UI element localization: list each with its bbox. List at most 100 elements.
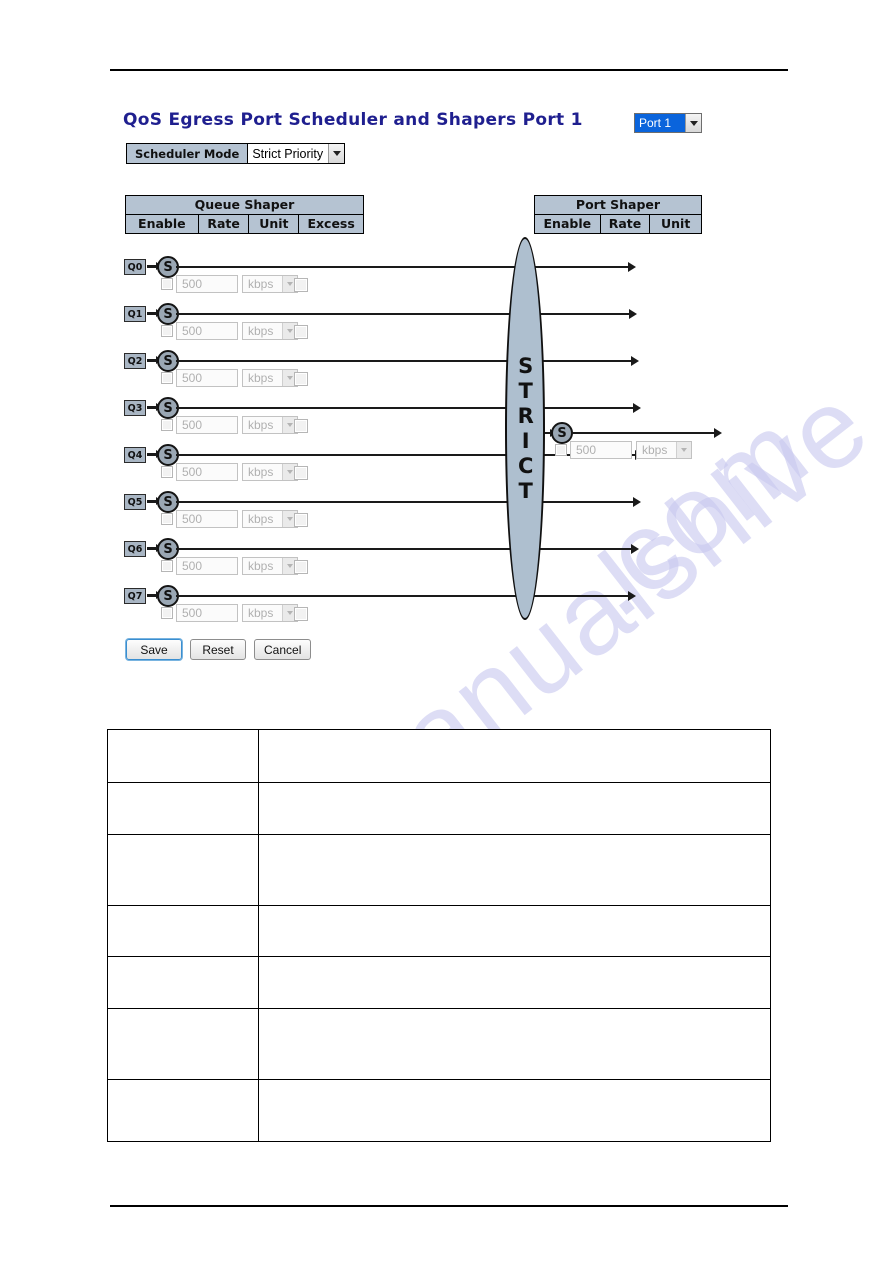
- queue-connector-arrow-icon: [176, 403, 641, 413]
- queue-rate-input[interactable]: 500: [176, 322, 238, 340]
- table-cell-description: [258, 729, 771, 783]
- queue-rate-input[interactable]: 500: [176, 416, 238, 434]
- port-shaper-unit-dropdown[interactable]: kbps: [636, 441, 692, 459]
- queue-excess-checkbox[interactable]: [294, 419, 308, 433]
- queue-row-q4: Q4 S 500 kbps: [124, 441, 643, 488]
- port-shaper-col-rate: Rate: [601, 215, 651, 233]
- queue-enable-checkbox[interactable]: [161, 278, 173, 290]
- queue-excess-checkbox[interactable]: [294, 607, 308, 621]
- scheduler-mode-value: Strict Priority: [252, 146, 324, 161]
- queue-rate-input[interactable]: 500: [176, 463, 238, 481]
- queue-unit-dropdown[interactable]: kbps: [242, 557, 298, 575]
- queue-rate-input[interactable]: 500: [176, 510, 238, 528]
- port-shaper-title: Port Shaper: [535, 196, 701, 215]
- table-row: [107, 905, 771, 957]
- queue-unit-dropdown[interactable]: kbps: [242, 369, 298, 387]
- queue-label-q0: Q0: [124, 259, 146, 275]
- queue-row-q1: Q1 S 500 kbps: [124, 300, 637, 347]
- table-cell-description: [258, 782, 771, 835]
- queue-label-q3: Q3: [124, 400, 146, 416]
- action-buttons: Save Reset Cancel: [126, 639, 312, 660]
- strict-scheduler-shape: STRICT: [505, 237, 545, 620]
- queue-unit-dropdown[interactable]: kbps: [242, 604, 298, 622]
- strict-scheduler-label: STRICT: [513, 353, 538, 504]
- queue-unit-dropdown[interactable]: kbps: [242, 322, 298, 340]
- queue-label-q6: Q6: [124, 541, 146, 557]
- port-shaper-rate-input[interactable]: 500: [570, 441, 632, 459]
- queue-enable-checkbox[interactable]: [161, 560, 173, 572]
- queue-connector-arrow-icon: [176, 309, 637, 319]
- table-row: [107, 834, 771, 906]
- queue-label-q5: Q5: [124, 494, 146, 510]
- field-description-table: [107, 729, 771, 1142]
- queue-shaper-col-enable: Enable: [126, 215, 199, 233]
- table-cell-description: [258, 956, 771, 1009]
- queue-rate-input[interactable]: 500: [176, 369, 238, 387]
- queue-excess-checkbox[interactable]: [294, 325, 308, 339]
- queue-connector-arrow-icon: [176, 591, 636, 601]
- queue-label-q1: Q1: [124, 306, 146, 322]
- queue-excess-checkbox[interactable]: [294, 466, 308, 480]
- table-cell-label: [107, 1008, 259, 1080]
- queue-rate-input[interactable]: 500: [176, 557, 238, 575]
- queue-rate-input[interactable]: 500: [176, 604, 238, 622]
- queue-enable-checkbox[interactable]: [161, 419, 173, 431]
- table-cell-description: [258, 834, 771, 906]
- queue-connector-arrow-icon: [176, 497, 641, 507]
- queue-enable-checkbox[interactable]: [161, 607, 173, 619]
- port-shaper-enable-checkbox[interactable]: [555, 444, 567, 456]
- queue-unit-dropdown[interactable]: kbps: [242, 510, 298, 528]
- table-cell-label: [107, 834, 259, 906]
- queue-unit-dropdown[interactable]: kbps: [242, 463, 298, 481]
- queue-label-q4: Q4: [124, 447, 146, 463]
- queue-unit-value: kbps: [248, 324, 274, 338]
- queue-unit-dropdown[interactable]: kbps: [242, 416, 298, 434]
- cancel-button[interactable]: Cancel: [254, 639, 312, 660]
- queue-row-q6: Q6 S 500 kbps: [124, 535, 639, 582]
- chevron-down-icon[interactable]: [685, 114, 701, 132]
- queue-excess-checkbox[interactable]: [294, 513, 308, 527]
- page-title: QoS Egress Port Scheduler and Shapers Po…: [123, 110, 583, 130]
- table-cell-label: [107, 956, 259, 1009]
- queue-unit-dropdown[interactable]: kbps: [242, 275, 298, 293]
- queue-rate-input[interactable]: 500: [176, 275, 238, 293]
- queue-excess-checkbox[interactable]: [294, 372, 308, 386]
- queue-row-q0: Q0 S 500 kbps: [124, 253, 636, 300]
- queue-enable-checkbox[interactable]: [161, 372, 173, 384]
- queue-unit-value: kbps: [248, 465, 274, 479]
- queue-row-q5: Q5 S 500 kbps: [124, 488, 641, 535]
- table-row: [107, 1079, 771, 1142]
- port-select-dropdown[interactable]: Port 1: [634, 113, 702, 133]
- port-shaper-unit-value: kbps: [642, 443, 668, 457]
- queue-shaper-title: Queue Shaper: [126, 196, 363, 215]
- queue-unit-value: kbps: [248, 559, 274, 573]
- queue-unit-value: kbps: [248, 418, 274, 432]
- chevron-down-icon[interactable]: [676, 442, 691, 458]
- queue-shaper-col-rate: Rate: [199, 215, 250, 233]
- queue-row-q2: Q2 S 500 kbps: [124, 347, 639, 394]
- scheduler-mode-label: Scheduler Mode: [127, 144, 249, 163]
- queue-connector-arrow-icon: [176, 262, 636, 272]
- table-cell-label: [107, 1079, 259, 1142]
- queue-unit-value: kbps: [248, 512, 274, 526]
- queue-label-q2: Q2: [124, 353, 146, 369]
- queue-unit-value: kbps: [248, 277, 274, 291]
- queue-enable-checkbox[interactable]: [161, 513, 173, 525]
- field-description-body: [107, 729, 771, 1142]
- header-rule: [110, 69, 788, 71]
- queue-enable-checkbox[interactable]: [161, 325, 173, 337]
- port-shaper-header: Port Shaper Enable Rate Unit: [534, 195, 702, 234]
- chevron-down-icon[interactable]: [328, 144, 345, 163]
- scheduler-mode-dropdown[interactable]: Strict Priority: [248, 144, 345, 163]
- table-cell-label: [107, 905, 259, 957]
- queue-row-q7: Q7 S 500 kbps: [124, 582, 636, 629]
- queue-unit-value: kbps: [248, 606, 274, 620]
- table-row: [107, 782, 771, 835]
- scheduler-mode-row: Scheduler Mode Strict Priority: [126, 143, 346, 164]
- save-button[interactable]: Save: [126, 639, 182, 660]
- queue-enable-checkbox[interactable]: [161, 466, 173, 478]
- reset-button[interactable]: Reset: [190, 639, 246, 660]
- port-shaper-col-unit: Unit: [661, 216, 691, 231]
- queue-excess-checkbox[interactable]: [294, 560, 308, 574]
- queue-excess-checkbox[interactable]: [294, 278, 308, 292]
